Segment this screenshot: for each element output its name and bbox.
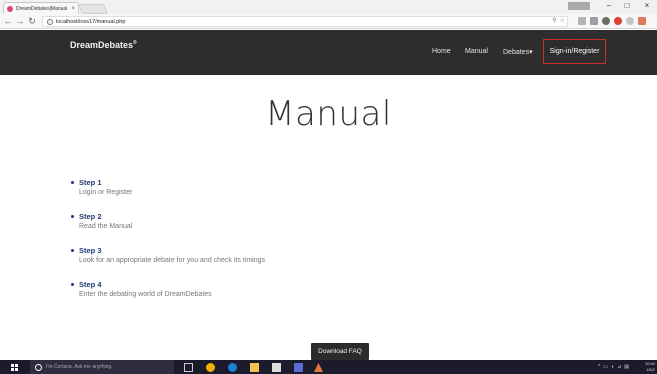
notification-icon[interactable]: ▤ xyxy=(624,364,629,370)
chrome-taskbar-icon[interactable] xyxy=(206,363,215,372)
extension-icon[interactable] xyxy=(638,17,646,25)
clock-date: 1/5/2 xyxy=(646,367,655,372)
taskbar-clock[interactable]: 10:40 1/5/2 xyxy=(633,361,655,373)
nav-manual-link[interactable]: Manual xyxy=(465,48,488,55)
page-title: Manual xyxy=(265,94,392,134)
extension-icon[interactable] xyxy=(626,17,634,25)
reload-icon[interactable]: ↻ xyxy=(27,15,37,27)
browser-tab[interactable]: DreamDebates|Manual × xyxy=(3,2,79,14)
opera-icon[interactable] xyxy=(614,17,622,25)
chevron-up-icon[interactable]: ^ xyxy=(598,364,600,370)
store-icon[interactable] xyxy=(272,363,281,372)
extension-icon[interactable] xyxy=(578,17,586,25)
step-description: Enter the debating world of DreamDebates xyxy=(79,291,212,298)
browser-tabstrip: DreamDebates|Manual × – □ × xyxy=(0,0,657,14)
pocket-icon[interactable] xyxy=(602,17,610,25)
step-title: Step 2 xyxy=(79,212,102,221)
profile-chip[interactable] xyxy=(568,2,590,10)
zoom-icon[interactable]: ⚲ xyxy=(552,17,556,26)
back-arrow-icon[interactable]: ← xyxy=(3,15,13,27)
bullet-icon xyxy=(71,283,74,286)
download-faq-button[interactable]: Download FAQ xyxy=(311,343,369,360)
app-taskbar-icon[interactable] xyxy=(294,363,303,372)
address-bar[interactable]: i localhost/ices17/manual.php ⚲ ☆ xyxy=(42,16,568,27)
list-item: Step 2 Read the Manual xyxy=(70,212,370,232)
system-tray: ^ ▭ ◖ ⊿ ▤ xyxy=(598,364,629,370)
step-title: Step 4 xyxy=(79,280,102,289)
step-description: Look for an appropriate debate for you a… xyxy=(79,257,265,264)
cortana-placeholder: I'm Cortana. Ask me anything. xyxy=(46,364,113,370)
maximize-button[interactable]: □ xyxy=(618,1,636,10)
screen: DreamDebates|Manual × – □ × ← → ↻ i loca… xyxy=(0,0,657,374)
cortana-icon xyxy=(35,363,42,371)
bullet-icon xyxy=(71,181,74,184)
nav-debates-dropdown[interactable]: Debates▾ xyxy=(503,48,533,56)
minimize-button[interactable]: – xyxy=(600,1,618,10)
new-tab-button[interactable] xyxy=(78,4,108,14)
windows-taskbar: I'm Cortana. Ask me anything. ^ ▭ ◖ ⊿ ▤ … xyxy=(0,360,657,374)
task-view-icon[interactable] xyxy=(184,363,193,372)
caret-down-icon: ▾ xyxy=(529,49,533,56)
step-description: Login or Register xyxy=(79,189,133,196)
nav-home-link[interactable]: Home xyxy=(432,48,451,55)
tab-close-icon[interactable]: × xyxy=(71,6,75,12)
site-info-icon[interactable]: i xyxy=(47,18,53,25)
site-navbar: DreamDebates® Home Manual Debates▾ Sign-… xyxy=(0,30,657,75)
bullet-icon xyxy=(71,249,74,252)
url-text: localhost/ices17/manual.php xyxy=(56,18,126,25)
bullet-icon xyxy=(71,215,74,218)
edge-taskbar-icon[interactable] xyxy=(228,363,237,372)
bookmark-star-icon[interactable]: ☆ xyxy=(560,17,565,26)
windows-start-icon[interactable] xyxy=(11,364,18,371)
step-title: Step 1 xyxy=(79,178,102,187)
battery-icon[interactable]: ▭ xyxy=(603,364,608,370)
brand-logo[interactable]: DreamDebates® xyxy=(70,40,137,50)
favicon-icon xyxy=(7,5,13,12)
window-close-button[interactable]: × xyxy=(638,1,656,10)
cortana-search-box[interactable]: I'm Cortana. Ask me anything. xyxy=(30,360,174,374)
steps-list: Step 1 Login or Register Step 2 Read the… xyxy=(70,178,370,314)
step-title: Step 3 xyxy=(79,246,102,255)
forward-arrow-icon[interactable]: → xyxy=(15,15,25,27)
browser-toolbar: ← → ↻ i localhost/ices17/manual.php ⚲ ☆ xyxy=(0,14,657,29)
step-description: Read the Manual xyxy=(79,223,133,230)
network-icon[interactable]: ⊿ xyxy=(617,364,621,370)
tab-title: DreamDebates|Manual xyxy=(16,5,68,12)
list-item: Step 3 Look for an appropriate debate fo… xyxy=(70,246,370,266)
vlc-icon[interactable] xyxy=(314,363,323,372)
extension-icon[interactable] xyxy=(590,17,598,25)
file-explorer-icon[interactable] xyxy=(250,363,259,372)
signin-register-button[interactable]: Sign-in/Register xyxy=(543,39,606,64)
list-item: Step 1 Login or Register xyxy=(70,178,370,198)
volume-icon[interactable]: ◖ xyxy=(611,364,614,370)
list-item: Step 4 Enter the debating world of Dream… xyxy=(70,280,370,300)
